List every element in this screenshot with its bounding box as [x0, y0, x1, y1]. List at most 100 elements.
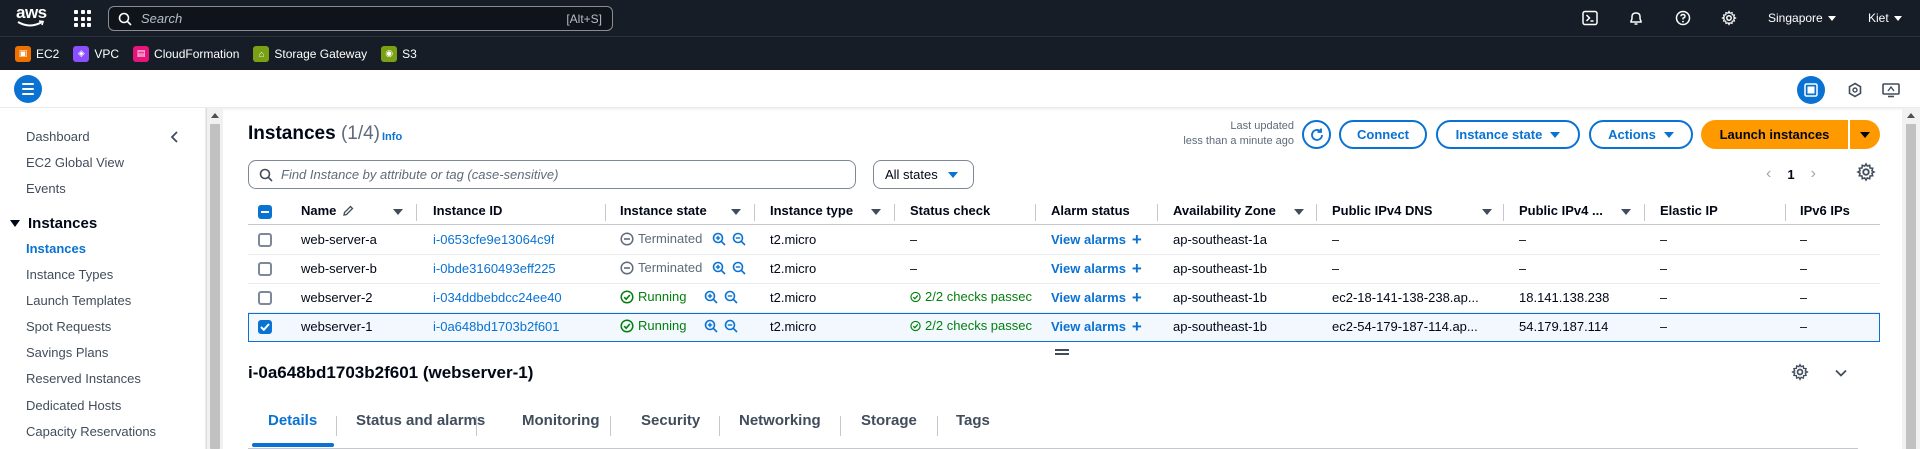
tab-details[interactable]: Details — [268, 412, 317, 429]
zoom-in-icon[interactable] — [704, 319, 719, 333]
column-header-instance-state[interactable]: Instance state — [620, 203, 707, 218]
search-bar[interactable]: Search [Alt+S] — [108, 6, 613, 31]
tab-networking[interactable]: Networking — [739, 412, 821, 429]
favorite-storage-gateway[interactable]: ⌂ Storage Gateway — [253, 45, 367, 62]
sidebar-item-capacity-reservations[interactable]: Capacity Reservations — [26, 424, 156, 439]
sort-icon[interactable] — [1294, 209, 1304, 215]
sidebar-item-dashboard[interactable]: Dashboard — [26, 129, 90, 144]
column-header-ipv6-ips[interactable]: IPv6 IPs — [1800, 203, 1850, 218]
menu-hamburger-icon[interactable] — [14, 75, 42, 103]
launch-instances-button[interactable]: Launch instances — [1701, 120, 1848, 149]
table-preferences-gear-icon[interactable] — [1856, 162, 1876, 182]
zoom-out-icon[interactable] — [724, 319, 739, 333]
tab-tags[interactable]: Tags — [956, 412, 990, 429]
activity-button[interactable] — [1843, 78, 1867, 102]
row-checkbox[interactable] — [258, 233, 272, 247]
table-row[interactable]: web-server-b i-0bde3160493eff225 Termina… — [248, 255, 1880, 284]
filter-input[interactable]: Find Instance by attribute or tag (case-… — [281, 167, 558, 182]
collapse-chevron-icon[interactable] — [168, 130, 182, 144]
table-row[interactable]: web-server-a i-0653cfe9e13064c9f Termina… — [248, 226, 1880, 255]
sidebar-item-reserved-instances[interactable]: Reserved Instances — [26, 371, 141, 386]
instance-id-link[interactable]: i-034ddbebdcc24ee40 — [433, 290, 562, 305]
states-select[interactable]: All states — [873, 160, 974, 189]
sort-icon[interactable] — [731, 209, 741, 215]
column-header-instance-id[interactable]: Instance ID — [433, 203, 502, 218]
zoom-out-icon[interactable] — [724, 290, 739, 304]
instance-id-link[interactable]: i-0bde3160493eff225 — [433, 261, 556, 276]
column-header-public-ipv4-dns[interactable]: Public IPv4 DNS — [1332, 203, 1432, 218]
instance-id-link[interactable]: i-0a648bd1703b2f601 — [433, 319, 560, 334]
column-header-instance-type[interactable]: Instance type — [770, 203, 853, 218]
split-panel-resize-handle[interactable] — [1055, 349, 1069, 357]
tab-monitoring[interactable]: Monitoring — [522, 412, 599, 429]
instance-filter[interactable]: Find Instance by attribute or tag (case-… — [248, 160, 856, 189]
sidebar-item-events[interactable]: Events — [26, 181, 66, 196]
select-all-checkbox[interactable] — [258, 205, 272, 219]
chevron-down-icon[interactable] — [1834, 366, 1848, 380]
favorite-cloudformation[interactable]: ▤ CloudFormation — [133, 45, 239, 62]
next-page-icon[interactable]: › — [1811, 165, 1816, 183]
services-grid-icon[interactable] — [74, 10, 91, 27]
row-checkbox[interactable] — [258, 320, 272, 334]
column-header-alarm-status[interactable]: Alarm status — [1051, 203, 1130, 218]
view-alarms-link[interactable]: View alarms + — [1051, 232, 1142, 247]
column-header-status-check[interactable]: Status check — [910, 203, 990, 218]
view-alarms-link[interactable]: View alarms + — [1051, 261, 1142, 276]
tab-security[interactable]: Security — [641, 412, 700, 429]
zoom-out-icon[interactable] — [732, 232, 746, 246]
settings-gear-icon[interactable] — [1721, 10, 1737, 26]
connect-button[interactable]: Connect — [1339, 120, 1427, 149]
sidebar-item-launch-templates[interactable]: Launch Templates — [26, 293, 131, 308]
sidebar-item-instance-types[interactable]: Instance Types — [26, 267, 113, 282]
refresh-button[interactable] — [1302, 120, 1331, 149]
split-panel-settings-gear-icon[interactable] — [1791, 363, 1809, 381]
zoom-in-icon[interactable] — [704, 290, 719, 304]
account-menu[interactable]: Kiet — [1868, 11, 1902, 25]
row-checkbox[interactable] — [258, 291, 272, 305]
sort-icon[interactable] — [1482, 209, 1492, 215]
favorite-s3[interactable]: ◉ S3 — [381, 45, 417, 62]
sidebar-item-spot-requests[interactable]: Spot Requests — [26, 319, 111, 334]
scroll-up-arrow-icon[interactable] — [1907, 113, 1915, 118]
instance-state-button[interactable]: Instance state — [1436, 120, 1580, 149]
cloudshell-icon[interactable] — [1582, 10, 1598, 26]
zoom-out-icon[interactable] — [732, 261, 746, 275]
sort-icon[interactable] — [1621, 209, 1631, 215]
prev-page-icon[interactable]: ‹ — [1766, 165, 1771, 183]
favorite-vpc[interactable]: ◈ VPC — [73, 45, 119, 62]
current-page[interactable]: 1 — [1787, 167, 1794, 182]
sidebar-scrollbar[interactable] — [206, 108, 223, 449]
zoom-in-icon[interactable] — [712, 261, 726, 275]
tab-storage[interactable]: Storage — [861, 412, 917, 429]
search-input[interactable]: Search — [141, 11, 566, 26]
info-link[interactable]: Info — [382, 131, 402, 143]
tab-status-and-alarms[interactable]: Status and alarms — [356, 412, 485, 429]
sort-icon[interactable] — [871, 209, 881, 215]
edit-pencil-icon[interactable] — [342, 205, 354, 217]
scroll-up-arrow-icon[interactable] — [211, 113, 219, 118]
row-checkbox[interactable] — [258, 262, 272, 276]
table-row-selected[interactable]: webserver-1 i-0a648bd1703b2f601 Running … — [248, 313, 1880, 342]
scrollbar-thumb[interactable] — [210, 124, 220, 449]
region-selector[interactable]: Singapore — [1768, 11, 1836, 25]
favorite-ec2[interactable]: ▣ EC2 — [15, 45, 59, 62]
aws-logo[interactable]: aws — [16, 4, 48, 31]
sort-icon[interactable] — [393, 209, 403, 215]
monitor-button[interactable] — [1879, 78, 1903, 102]
view-alarms-link[interactable]: View alarms + — [1051, 319, 1142, 334]
column-header-elastic-ip[interactable]: Elastic IP — [1660, 203, 1718, 218]
launch-dropdown-button[interactable] — [1850, 120, 1880, 149]
column-header-name[interactable]: Name — [301, 203, 354, 218]
column-header-availability-zone[interactable]: Availability Zone — [1173, 203, 1276, 218]
sidebar-item-instances[interactable]: Instances — [26, 241, 86, 256]
sidebar-item-dedicated-hosts[interactable]: Dedicated Hosts — [26, 398, 121, 413]
sidebar-item-ec2-global-view[interactable]: EC2 Global View — [26, 155, 124, 170]
help-icon[interactable] — [1675, 10, 1691, 26]
column-header-public-ipv4[interactable]: Public IPv4 ... — [1519, 203, 1603, 218]
actions-button[interactable]: Actions — [1589, 120, 1693, 149]
scrollbar-thumb[interactable] — [1906, 124, 1916, 449]
main-scrollbar[interactable] — [1902, 108, 1920, 449]
sidebar-item-savings-plans[interactable]: Savings Plans — [26, 345, 108, 360]
instance-id-link[interactable]: i-0653cfe9e13064c9f — [433, 232, 554, 247]
bell-icon[interactable] — [1628, 10, 1644, 26]
